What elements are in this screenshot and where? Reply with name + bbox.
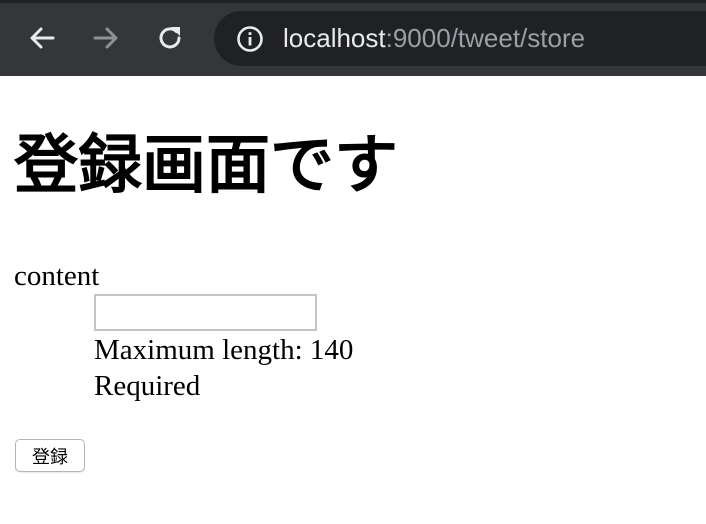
info-icon[interactable] <box>236 25 264 53</box>
forward-button[interactable] <box>86 18 126 58</box>
submit-button[interactable]: 登録 <box>15 439 85 472</box>
content-label: content <box>14 260 100 292</box>
back-button[interactable] <box>22 18 62 58</box>
page-title: 登録画面です <box>14 128 398 203</box>
reload-button[interactable] <box>150 18 190 58</box>
content-input[interactable] <box>94 294 317 331</box>
url-host: localhost <box>283 23 386 53</box>
required-constraint: Required <box>94 370 201 402</box>
browser-toolbar: localhost:9000/tweet/store <box>0 0 706 76</box>
reload-icon <box>159 27 181 49</box>
back-arrow-icon <box>30 27 55 49</box>
tab-strip-edge <box>0 0 706 3</box>
forward-arrow-icon <box>93 27 118 49</box>
address-bar[interactable]: localhost:9000/tweet/store <box>214 11 706 66</box>
max-length-constraint: Maximum length: 140 <box>94 334 354 366</box>
url-text[interactable]: localhost:9000/tweet/store <box>283 23 585 53</box>
url-path: :9000/tweet/store <box>385 23 586 53</box>
